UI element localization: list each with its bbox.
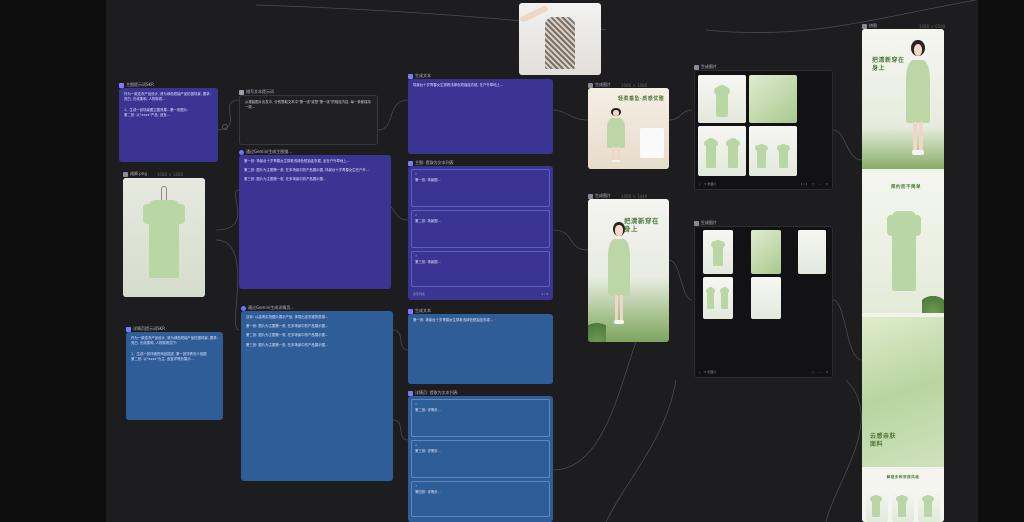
detail-thumb-1[interactable] — [703, 230, 733, 274]
image-group-icon — [694, 220, 699, 226]
thumb-dress — [719, 287, 730, 309]
genimgs2-node[interactable]: ⤓ 5 张图片 ▢ ⋯ ✕ — [694, 226, 833, 378]
detail-heading-2: 简约而不简单 — [891, 185, 921, 190]
image-node-icon — [588, 82, 593, 88]
genimgs2-controls[interactable]: ▢ ⋯ ✕ — [812, 370, 828, 375]
text-node-icon — [408, 308, 413, 314]
split1-item-2[interactable]: 2 第二张: 场景图... — [411, 210, 550, 248]
thumb-2[interactable] — [749, 75, 797, 123]
model-figure — [896, 35, 940, 167]
ai-node-icon — [239, 149, 244, 155]
generated-image-1[interactable]: 轻柔垂坠·质感优雅 — [588, 88, 669, 169]
gemini1-para-1: 第一张: 场景台十岁青春女生穿着浅绿色短袖连衣裙, 坐在户外草地上... — [244, 159, 350, 163]
thumb-dress — [713, 85, 731, 117]
detail-section-hero: 把清新穿在身上 — [862, 29, 944, 169]
prompt2-node[interactable]: 作为一款连衣产品设计, 请为绿色短袖产品拍摄场景, 要求: 亮白, 光线柔和, … — [126, 332, 223, 420]
split1-item-3[interactable]: 3 第三张: 场景图... — [411, 251, 550, 287]
thumb-dress — [726, 138, 740, 168]
split2-node[interactable]: 1 第二张: 详情页... 2 第三张: 详情页... 3 第四张: 详情页... — [408, 396, 553, 522]
genimgs1-footer: ⤓ 5 张图片 — [699, 181, 717, 187]
thumb-dress — [705, 287, 716, 309]
detail-section-styles: 解锁多种穿搭风格 — [862, 469, 944, 522]
style-thumb-3 — [918, 489, 940, 522]
more-icon: ⋯ — [818, 369, 822, 374]
expand-icon: ▢ — [811, 181, 815, 186]
style-thumb-2 — [892, 489, 914, 522]
gemini2-para-3: 第二张: 图片为主图第一张, 在多场景中的产品展示图... — [246, 333, 329, 338]
detail-thumb-3[interactable] — [798, 230, 826, 274]
hanger-graphic — [161, 186, 167, 200]
gemini2-node[interactable]: 目标: 以高清实拍图片展示产品, 体现出连衣裙的质感... 第一张: 图片为主图… — [241, 311, 393, 481]
thumb-dress — [777, 144, 790, 168]
genimgs2-footer: ⤓ 5 张图片 — [699, 369, 717, 375]
thumb-dress — [704, 138, 718, 168]
gentext1-node[interactable]: 场景台十岁青春女生穿着浅绿色短袖连衣裙, 在户外草地上... — [408, 79, 553, 154]
image-group-icon — [694, 64, 699, 70]
thumb-3[interactable] — [698, 126, 746, 176]
workflow-canvas[interactable]: 主图提示词SKR 作为一款连衣产品设计, 请为绿色短袖产品拍摄场景, 要求: 亮… — [106, 0, 978, 522]
gemini1-para-2: 第二张: 图片为主图第一张, 在多场景中的产品展示图, 场景台十岁青春女生在户外… — [244, 168, 370, 173]
split1-footer: 文字列表 1 / 3 — [413, 291, 548, 296]
download-icon[interactable]: ⤓ — [699, 370, 700, 375]
detail-section-fabric: 云感亲肤面料 — [862, 317, 944, 467]
detail-thumb-4[interactable] — [703, 277, 733, 319]
plant-graphic — [588, 312, 606, 342]
text-node-icon — [239, 89, 244, 95]
cardigan-graphic — [545, 17, 575, 69]
gemini2-para-1: 目标: 以高清实拍图片展示产品, 体现出连衣裙的质感... — [246, 315, 329, 319]
genimgs1-pager[interactable]: 1 / 1 ▢ ⋯ ✕ — [801, 182, 828, 187]
expand-icon: ▢ — [811, 369, 815, 374]
detail-thumb-2[interactable] — [751, 230, 781, 274]
prompt1-node[interactable]: 作为一款连衣产品设计, 请为绿色短袖产品拍摄场景, 要求: 亮白, 光线柔和, … — [119, 88, 218, 162]
text-node-icon — [408, 73, 413, 79]
download-icon[interactable]: ⤓ — [699, 182, 700, 187]
gemini2-para-2: 第一张: 图片为主图第一张, 在多场景中的产品展示图... — [246, 324, 329, 329]
model-figure — [600, 106, 632, 168]
genimg1-caption: 轻柔垂坠·质感优雅 — [618, 96, 665, 102]
detail-thumb-5[interactable] — [751, 277, 781, 319]
detail-section-product: 简约而不简单 — [862, 173, 944, 313]
ai-node-icon — [241, 305, 246, 311]
style-thumb-1 — [866, 489, 888, 522]
list-node-icon — [408, 390, 413, 396]
product-image[interactable] — [123, 178, 205, 297]
split2-item-2[interactable]: 2 第三张: 详情页... — [411, 440, 550, 478]
close-icon: ✕ — [825, 369, 828, 374]
gemini2-para-4: 第三张: 图片为主图第一张, 在多场景中的产品展示图... — [246, 342, 329, 347]
genimgs1-node[interactable]: ⤓ 5 张图片 1 / 1 ▢ ⋯ ✕ — [694, 70, 833, 190]
text-node-icon — [126, 326, 131, 332]
detail-long-image[interactable]: 把清新穿在身上 简约而不简单 云感亲肤面料 解锁多种穿搭风格 — [862, 29, 944, 522]
split1-item-1[interactable]: 1 第一张: 场景图... — [411, 169, 550, 207]
detail-heading-3: 云感亲肤面料 — [870, 433, 897, 448]
gemini1-para-3: 第三张: 图片为主图第一张, 在多场景中的产品展示图... — [244, 177, 327, 182]
more-icon: ⋯ — [818, 181, 822, 186]
text-prompt-node[interactable]: 从裙装图片出发中, 分别提取文本中"第一张"或是"第一张"的相应内容, 每一条都… — [239, 95, 378, 145]
detail-dress — [887, 211, 921, 291]
gentext2-node[interactable]: 第一张: 场景台十岁青春女生穿着浅绿色短袖连衣裙... — [408, 314, 553, 384]
thumb-dress — [711, 240, 725, 266]
split1-node[interactable]: 1 第一张: 场景图... 2 第二张: 场景图... 3 第三张: 场景图... 文… — [408, 166, 553, 300]
split2-item-1[interactable]: 1 第二张: 详情页... — [411, 399, 550, 437]
source-image-cardigan[interactable] — [519, 3, 601, 75]
plant-graphic — [922, 287, 944, 313]
image-node-icon — [123, 171, 128, 177]
list-node-icon — [408, 160, 413, 166]
node-title-product: 裙裤.png 1080 × 1080 — [123, 171, 183, 177]
gemini1-node[interactable]: 第一张: 场景台十岁青春女生穿着浅绿色短袖连衣裙, 坐在户外草地上... 第二张… — [239, 155, 391, 289]
split2-item-3[interactable]: 3 第四张: 详情页... — [411, 481, 550, 517]
hand-graphic — [519, 4, 549, 24]
add-connection-icon[interactable] — [222, 124, 228, 130]
close-icon: ✕ — [825, 181, 828, 186]
image-node-icon — [588, 193, 593, 199]
sofa-graphic — [640, 128, 664, 158]
text-node-icon — [119, 82, 124, 88]
thumb-4[interactable] — [749, 126, 797, 176]
detail-heading-4: 解锁多种穿搭风格 — [886, 475, 920, 479]
thumb-dress — [755, 144, 768, 168]
dress-graphic — [143, 200, 185, 278]
thumb-1[interactable] — [698, 75, 746, 123]
generated-image-2[interactable]: 把清新穿在身上 — [588, 199, 669, 342]
image-node-icon — [862, 23, 867, 29]
